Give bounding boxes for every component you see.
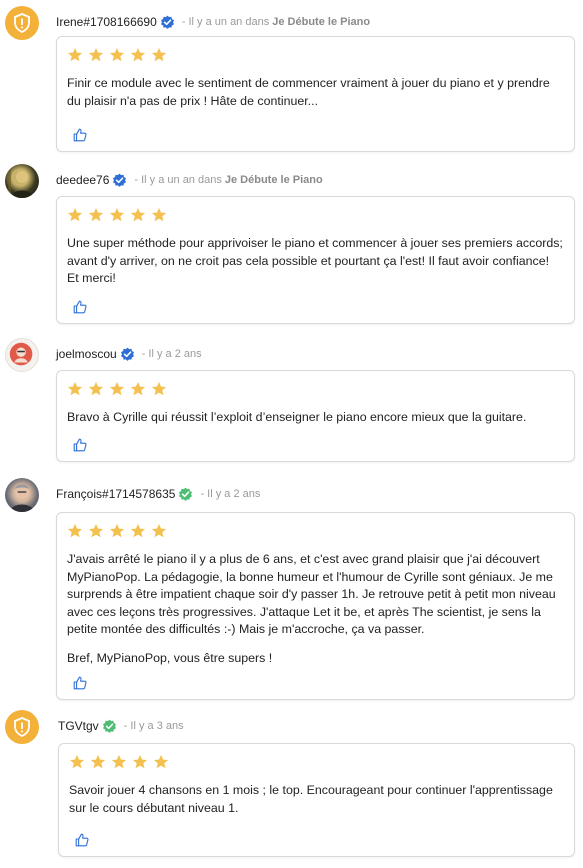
star-icon [67, 207, 83, 222]
username[interactable]: Irene#1708166690 [56, 15, 157, 29]
verified-check-icon [102, 719, 116, 733]
star-icon [132, 754, 148, 769]
review-paragraph: J'avais arrêté le piano il y a plus de 6… [67, 552, 556, 636]
star-icon [130, 207, 146, 222]
review-header: TGVtgv - Il y a 3 ans [58, 718, 184, 734]
user-photo-icon [10, 484, 34, 512]
review-date: - Il y a 2 ans [200, 488, 261, 500]
review-meta: - Il y a 2 ans [200, 488, 260, 500]
username[interactable]: François#1714578635 [56, 487, 175, 501]
review-date: - Il y a un an dans [181, 16, 273, 28]
review-date: - Il y a 2 ans [141, 348, 202, 360]
verified-check-icon [120, 347, 134, 361]
review-paragraph: Une super méthode pour apprivoiser le pi… [67, 236, 563, 285]
avatar[interactable] [5, 338, 39, 372]
review-card: Finir ce module avec le sentiment de com… [56, 36, 575, 152]
star-rating [67, 207, 167, 223]
star-rating [67, 47, 167, 63]
thumbs-up-icon[interactable] [73, 300, 87, 314]
star-icon [151, 47, 167, 62]
star-icon [130, 523, 146, 538]
review-text: Savoir jouer 4 chansons en 1 mois ; le t… [69, 782, 564, 828]
review-text: J'avais arrêté le piano il y a plus de 6… [67, 551, 564, 678]
review-paragraph: Bravo à Cyrille qui réussit l’exploit d’… [67, 410, 527, 424]
review-date: - Il y a 3 ans [123, 720, 184, 732]
star-icon [88, 47, 104, 62]
star-icon [151, 381, 167, 396]
review-meta: - Il y a 2 ans [142, 348, 202, 360]
review-header: deedee76 - Il y a un an dans Je Débute l… [56, 172, 323, 188]
verified-check-icon [179, 487, 193, 501]
shield-exclamation-icon [14, 717, 30, 737]
verified-check-icon [160, 15, 174, 29]
course-link[interactable]: Je Débute le Piano [225, 174, 323, 186]
thumbs-up-icon[interactable] [73, 676, 87, 690]
star-icon [67, 381, 83, 396]
review-meta: - Il y a un an dans Je Débute le Piano [134, 174, 322, 186]
user-photo-icon [8, 169, 33, 198]
star-rating [69, 754, 169, 770]
star-icon [88, 207, 104, 222]
star-icon [90, 754, 106, 769]
shield-exclamation-icon [14, 13, 30, 33]
username[interactable]: deedee76 [56, 173, 109, 187]
star-icon [130, 47, 146, 62]
star-icon [88, 381, 104, 396]
star-icon [69, 754, 85, 769]
star-icon [109, 207, 125, 222]
avatar[interactable] [5, 478, 39, 512]
review-meta: - Il y a un an dans Je Débute le Piano [182, 16, 370, 28]
review-card: J'avais arrêté le piano il y a plus de 6… [56, 512, 575, 700]
review-paragraph: Finir ce module avec le sentiment de com… [67, 76, 550, 108]
review-text: Bravo à Cyrille qui réussit l’exploit d’… [67, 409, 564, 438]
thumbs-up-icon[interactable] [75, 833, 89, 847]
star-icon [111, 754, 127, 769]
review-date: - Il y a un an dans [134, 174, 225, 186]
star-icon [153, 754, 169, 769]
avatar[interactable] [5, 6, 39, 40]
thumbs-up-icon[interactable] [73, 128, 87, 142]
review-header: joelmoscou - Il y a 2 ans [56, 346, 202, 362]
review-text: Finir ce module avec le sentiment de com… [67, 75, 564, 121]
star-icon [88, 523, 104, 538]
star-icon [109, 381, 125, 396]
review-card: Savoir jouer 4 chansons en 1 mois ; le t… [58, 743, 575, 857]
star-icon [109, 47, 125, 62]
review-header: Irene#1708166690 - Il y a un an dans Je … [56, 14, 370, 30]
course-link[interactable]: Je Débute le Piano [272, 16, 370, 28]
username[interactable]: joelmoscou [56, 347, 117, 361]
avatar[interactable] [5, 164, 39, 198]
star-rating [67, 523, 167, 539]
review-card: Une super méthode pour apprivoiser le pi… [56, 196, 575, 324]
review-meta: - Il y a 3 ans [124, 720, 184, 732]
review-paragraph: Savoir jouer 4 chansons en 1 mois ; le t… [69, 783, 553, 815]
review-header: François#1714578635 - Il y a 2 ans [56, 486, 260, 502]
review-card: Bravo à Cyrille qui réussit l’exploit d’… [56, 370, 575, 462]
star-icon [151, 523, 167, 538]
star-icon [67, 523, 83, 538]
star-icon [151, 207, 167, 222]
review-paragraph: Bref, MyPianoPop, vous être supers ! [67, 650, 273, 665]
star-rating [67, 381, 167, 397]
avatar[interactable] [5, 710, 39, 744]
star-icon [130, 381, 146, 396]
star-icon [67, 47, 83, 62]
username[interactable]: TGVtgv [58, 719, 99, 733]
review-text: Une super méthode pour apprivoiser le pi… [67, 235, 564, 299]
thumbs-up-icon[interactable] [73, 438, 87, 452]
verified-check-icon [113, 173, 127, 187]
user-photo-icon [9, 342, 33, 366]
star-icon [109, 523, 125, 538]
